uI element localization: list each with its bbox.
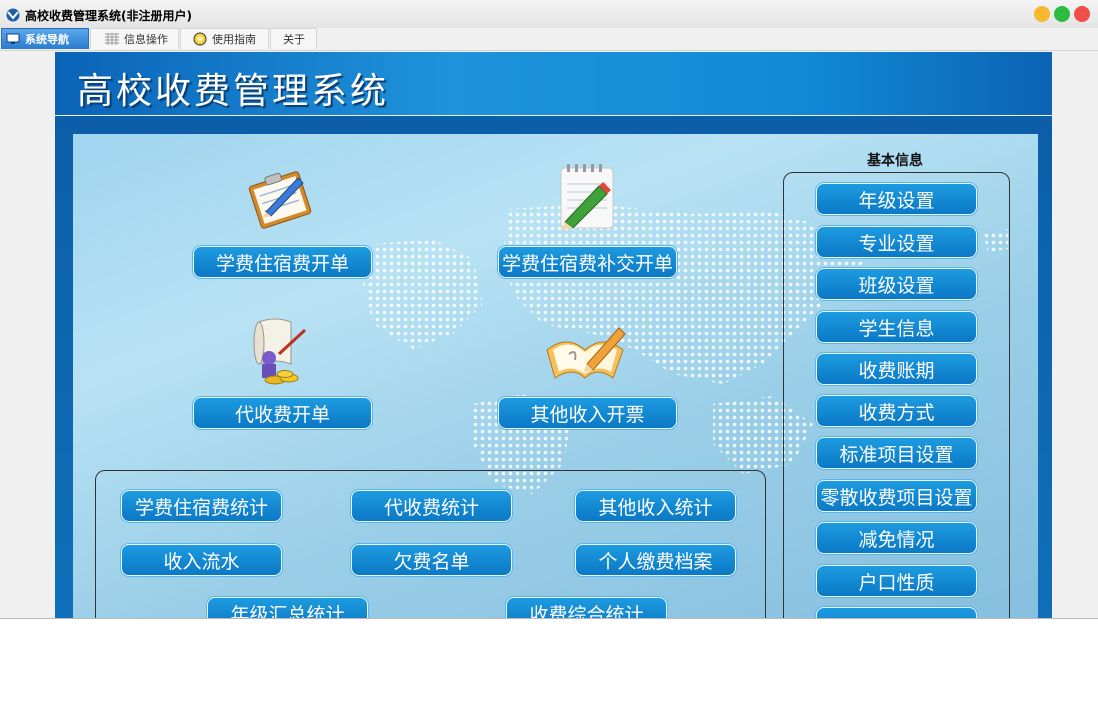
other-income-invoice-button[interactable]: 其他收入开票 — [498, 397, 677, 429]
tab-label: 使用指南 — [212, 33, 256, 46]
app-window: 高校收费管理系统(非注册用户) 系统导航 信息操作 使用指南 关于 高校收费管理… — [0, 0, 1098, 619]
minimize-button[interactable] — [1034, 6, 1050, 22]
tab-label: 系统导航 — [25, 33, 69, 46]
app-logo-icon — [6, 8, 20, 22]
tab-label: 信息操作 — [124, 33, 168, 46]
arrears-list-button[interactable]: 欠费名单 — [351, 544, 512, 576]
income-flow-button[interactable]: 收入流水 — [121, 544, 282, 576]
notepad-pencil-icon — [560, 164, 614, 230]
fee-comprehensive-statistics-button[interactable]: 收费综合统计 — [506, 597, 667, 618]
tuition-dormitory-statistics-button[interactable]: 学费住宿费统计 — [121, 490, 282, 522]
fee-reduction-button[interactable]: 减免情况 — [816, 522, 977, 554]
class-settings-button[interactable]: 班级设置 — [816, 268, 977, 300]
basic-info-overflow-button[interactable] — [816, 607, 977, 618]
open-book-pencil-icon — [546, 327, 626, 379]
monitor-icon — [6, 33, 20, 44]
billing-period-button[interactable]: 收费账期 — [816, 353, 977, 385]
grade-settings-button[interactable]: 年级设置 — [816, 183, 977, 215]
collection-fee-statistics-button[interactable]: 代收费统计 — [351, 490, 512, 522]
scroll-money-icon — [253, 318, 307, 385]
maximize-button[interactable] — [1054, 6, 1070, 22]
title-bar: 高校收费管理系统(非注册用户) — [0, 0, 1098, 28]
standard-item-settings-button[interactable]: 标准项目设置 — [816, 437, 977, 469]
page-title: 高校收费管理系统 — [77, 71, 390, 112]
tab-system-navigation[interactable]: 系统导航 — [1, 28, 89, 49]
grade-summary-statistics-button[interactable]: 年级汇总统计 — [207, 597, 368, 618]
household-type-button[interactable]: 户口性质 — [816, 565, 977, 597]
student-info-button[interactable]: 学生信息 — [816, 311, 977, 343]
window-title: 高校收费管理系统(非注册用户) — [25, 9, 192, 23]
tuition-dormitory-supplement-invoice-button[interactable]: 学费住宿费补交开单 — [498, 246, 677, 278]
payment-method-button[interactable]: 收费方式 — [816, 395, 977, 427]
tab-information-operation[interactable]: 信息操作 — [90, 28, 179, 49]
close-button[interactable] — [1074, 6, 1090, 22]
tuition-dormitory-invoice-button[interactable]: 学费住宿费开单 — [193, 246, 372, 278]
help-icon — [193, 32, 207, 46]
misc-fee-item-settings-button[interactable]: 零散收费项目设置 — [816, 480, 977, 512]
tab-user-guide[interactable]: 使用指南 — [180, 28, 269, 49]
header-banner: 高校收费管理系统 — [55, 52, 1052, 115]
personal-payment-record-button[interactable]: 个人缴费档案 — [575, 544, 736, 576]
tab-bar: 系统导航 信息操作 使用指南 关于 — [0, 28, 1098, 51]
grid-icon — [105, 33, 119, 45]
collection-fee-invoice-button[interactable]: 代收费开单 — [193, 397, 372, 429]
other-income-statistics-button[interactable]: 其他收入统计 — [575, 490, 736, 522]
tab-label: 关于 — [283, 33, 305, 46]
tab-about[interactable]: 关于 — [270, 28, 317, 49]
basic-info-title: 基本信息 — [867, 153, 923, 169]
major-settings-button[interactable]: 专业设置 — [816, 226, 977, 258]
clipboard-pencil-icon — [248, 171, 312, 229]
